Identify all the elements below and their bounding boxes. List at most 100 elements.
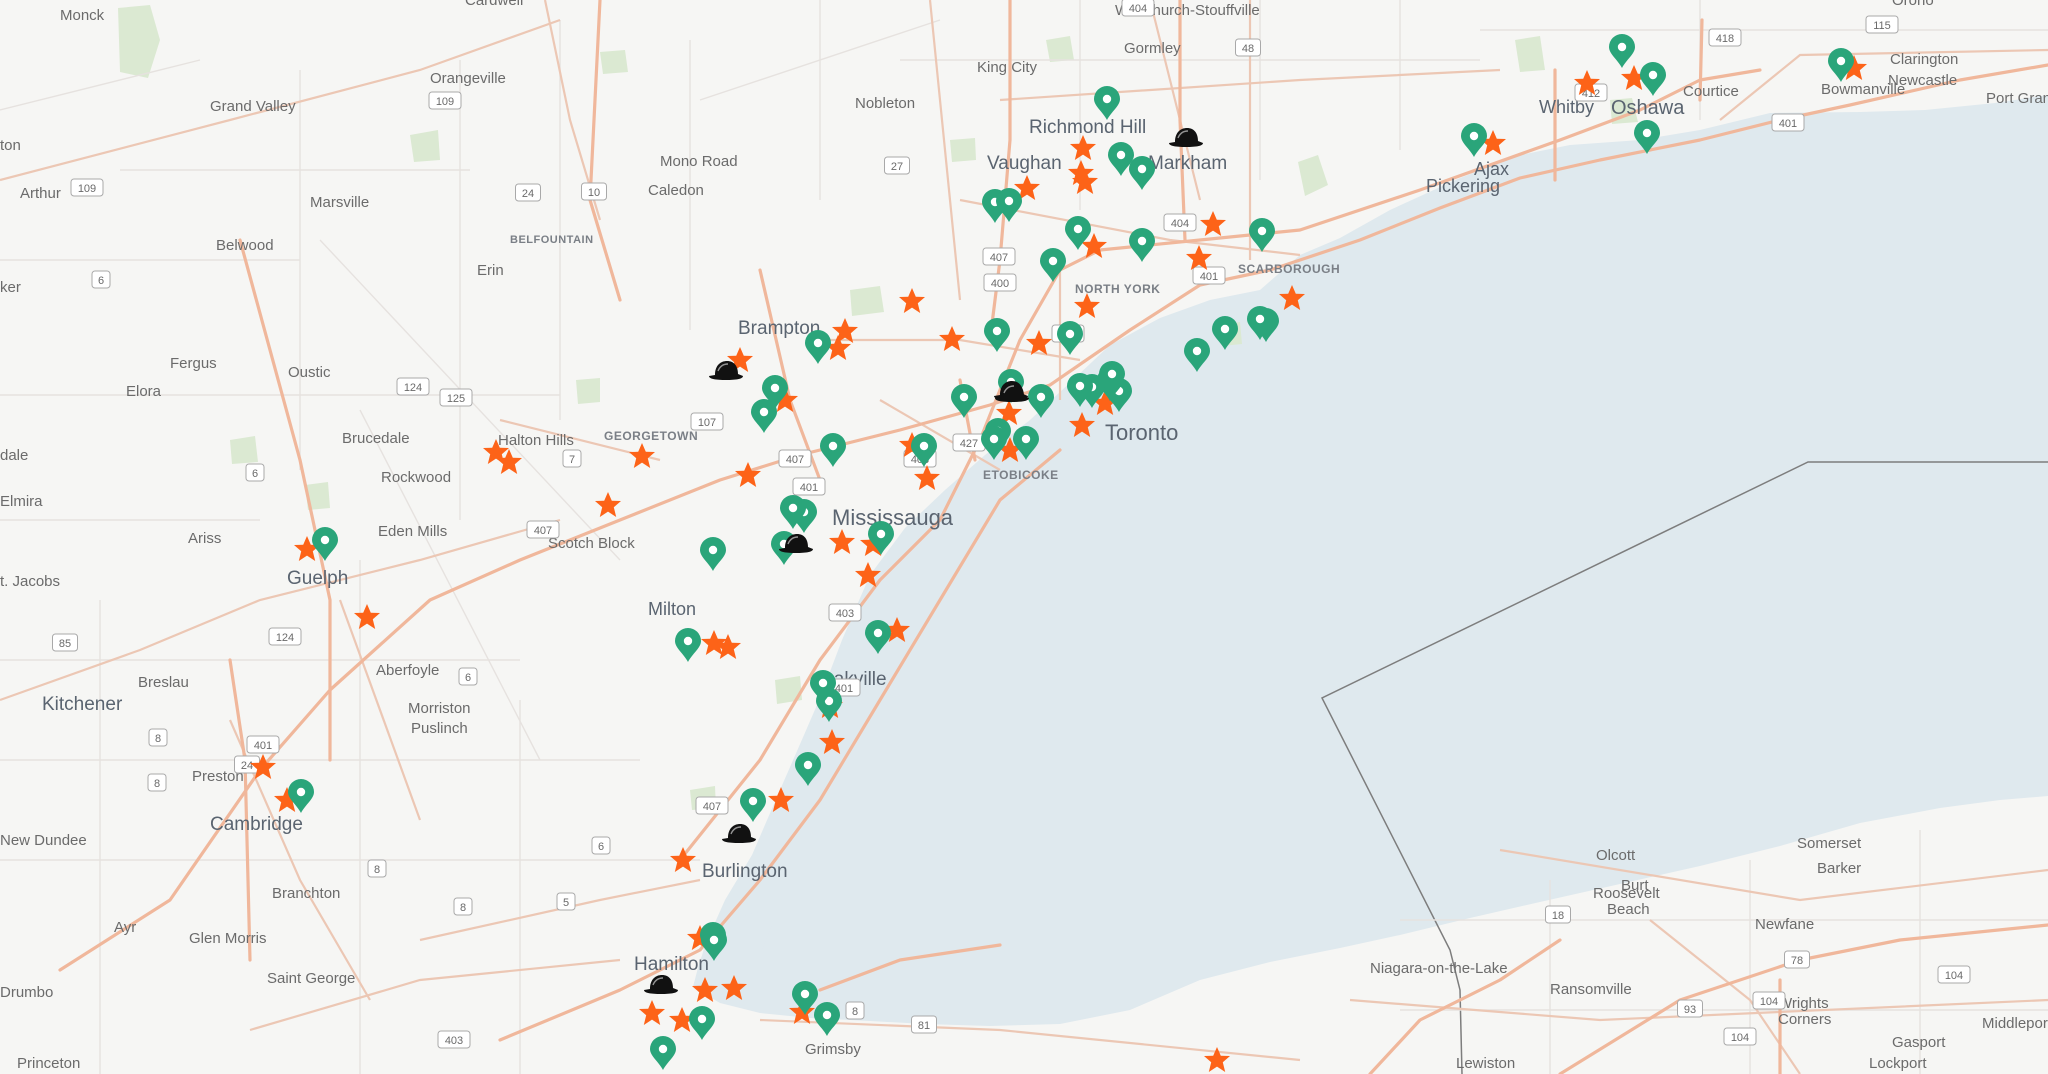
svg-text:48: 48 <box>1242 43 1254 55</box>
place-label: Belwood <box>216 237 274 254</box>
svg-text:5: 5 <box>563 897 569 909</box>
place-label: Gasport <box>1892 1034 1946 1051</box>
svg-text:109: 109 <box>436 96 454 108</box>
place-label: Hamilton <box>634 954 709 975</box>
place-label: Richmond Hill <box>1029 117 1146 138</box>
highway-shield: 8 <box>148 728 168 747</box>
place-label: Mono Road <box>660 153 738 170</box>
place-label: Markham <box>1148 153 1227 174</box>
place-label: Halton Hills <box>498 432 574 449</box>
place-label: Bowmanville <box>1821 81 1905 98</box>
place-label: Glen Morris <box>189 930 267 947</box>
highway-shield: 109 <box>70 178 104 197</box>
highway-shield: 7 <box>562 449 582 468</box>
place-label: Lockport <box>1869 1055 1927 1072</box>
svg-text:115: 115 <box>1873 20 1891 32</box>
place-label: Gormley <box>1124 40 1181 57</box>
place-label: GEORGETOWN <box>604 429 698 443</box>
highway-shield: 6 <box>458 667 478 686</box>
place-label: Rockwood <box>381 469 451 486</box>
highway-shield: 48 <box>1235 38 1261 57</box>
svg-text:8: 8 <box>852 1006 858 1018</box>
place-label: Middlepor <box>1982 1015 2048 1032</box>
place-label: Ayr <box>114 919 136 936</box>
place-label: Morriston <box>408 700 471 717</box>
place-label: Cambridge <box>210 814 303 835</box>
place-label: Guelph <box>287 568 348 589</box>
place-label: ton <box>0 137 21 154</box>
svg-text:125: 125 <box>447 393 465 405</box>
place-label: Scotch Block <box>548 535 635 552</box>
svg-text:104: 104 <box>1760 996 1778 1008</box>
place-label: Breslau <box>138 674 189 691</box>
highway-shield: 403 <box>437 1030 471 1049</box>
place-label: Port Gran <box>1986 90 2048 107</box>
place-label: Ransomville <box>1550 981 1632 998</box>
highway-shield: 24 <box>515 183 541 202</box>
place-label: New Dundee <box>0 832 87 849</box>
svg-text:427: 427 <box>960 438 978 450</box>
svg-text:403: 403 <box>836 608 854 620</box>
highway-shield: 401 <box>792 477 826 496</box>
place-label: Marsville <box>310 194 369 211</box>
highway-shield: 81 <box>911 1015 937 1034</box>
svg-text:401: 401 <box>1200 271 1218 283</box>
highway-shield: 109 <box>428 91 462 110</box>
place-label: Newfane <box>1755 916 1814 933</box>
svg-text:93: 93 <box>1684 1004 1696 1016</box>
svg-text:10: 10 <box>588 187 600 199</box>
place-label: Ariss <box>188 530 221 547</box>
highway-shield: 401 <box>246 735 280 754</box>
place-label: SCARBOROUGH <box>1238 262 1340 276</box>
place-label: dale <box>0 447 28 464</box>
svg-text:8: 8 <box>155 733 161 745</box>
place-label: Milton <box>648 599 696 619</box>
place-label: Clarington <box>1890 51 1958 68</box>
svg-text:401: 401 <box>800 482 818 494</box>
place-label: Orangeville <box>430 70 506 87</box>
place-label: Orono <box>1892 0 1934 9</box>
place-label: Aberfoyle <box>376 662 439 679</box>
place-label: Branchton <box>272 885 340 902</box>
place-label: King City <box>977 59 1038 76</box>
place-label: Nobleton <box>855 95 915 112</box>
svg-text:403: 403 <box>445 1035 463 1047</box>
highway-shield: 104 <box>1752 991 1786 1010</box>
highway-shield: 78 <box>1784 950 1810 969</box>
place-label: Grimsby <box>805 1041 861 1058</box>
svg-text:78: 78 <box>1791 955 1803 967</box>
highway-shield: 401 <box>1192 266 1226 285</box>
place-label: ker <box>0 279 21 296</box>
place-label: ETOBICOKE <box>983 468 1059 482</box>
place-label: Toronto <box>1105 420 1178 445</box>
svg-text:124: 124 <box>276 632 294 644</box>
place-label: Puslinch <box>411 720 468 737</box>
svg-text:85: 85 <box>59 638 71 650</box>
highway-shield: 18 <box>1545 905 1571 924</box>
svg-text:407: 407 <box>786 454 804 466</box>
place-label: Princeton <box>17 1055 80 1072</box>
svg-text:404: 404 <box>1129 3 1147 15</box>
highway-shield: 93 <box>1677 999 1703 1018</box>
place-label: Vaughan <box>987 153 1062 174</box>
place-label: Kitchener <box>42 694 123 715</box>
place-label: Drumbo <box>0 984 53 1001</box>
svg-text:24: 24 <box>241 760 253 772</box>
svg-text:6: 6 <box>98 275 104 287</box>
place-label: Roosevelt <box>1593 885 1661 902</box>
highway-shield: 124 <box>268 627 302 646</box>
highway-shield: 400 <box>983 273 1017 292</box>
place-label: Eden Mills <box>378 523 447 540</box>
highway-shield: 407 <box>982 247 1016 266</box>
place-label: Beach <box>1607 901 1650 918</box>
highway-shield: 6 <box>245 463 265 482</box>
place-label: Niagara-on-the-Lake <box>1370 960 1508 977</box>
place-label: Burlington <box>702 861 788 882</box>
svg-text:6: 6 <box>598 841 604 853</box>
highway-shield: 107 <box>690 412 724 431</box>
place-label: Brucedale <box>342 430 410 447</box>
place-label: Mississauga <box>832 505 954 530</box>
map-canvas[interactable]: MonckCardwellWhitchurch-StouffvilleGorml… <box>0 0 2048 1074</box>
svg-text:18: 18 <box>1552 910 1564 922</box>
highway-shield: 10 <box>581 182 607 201</box>
